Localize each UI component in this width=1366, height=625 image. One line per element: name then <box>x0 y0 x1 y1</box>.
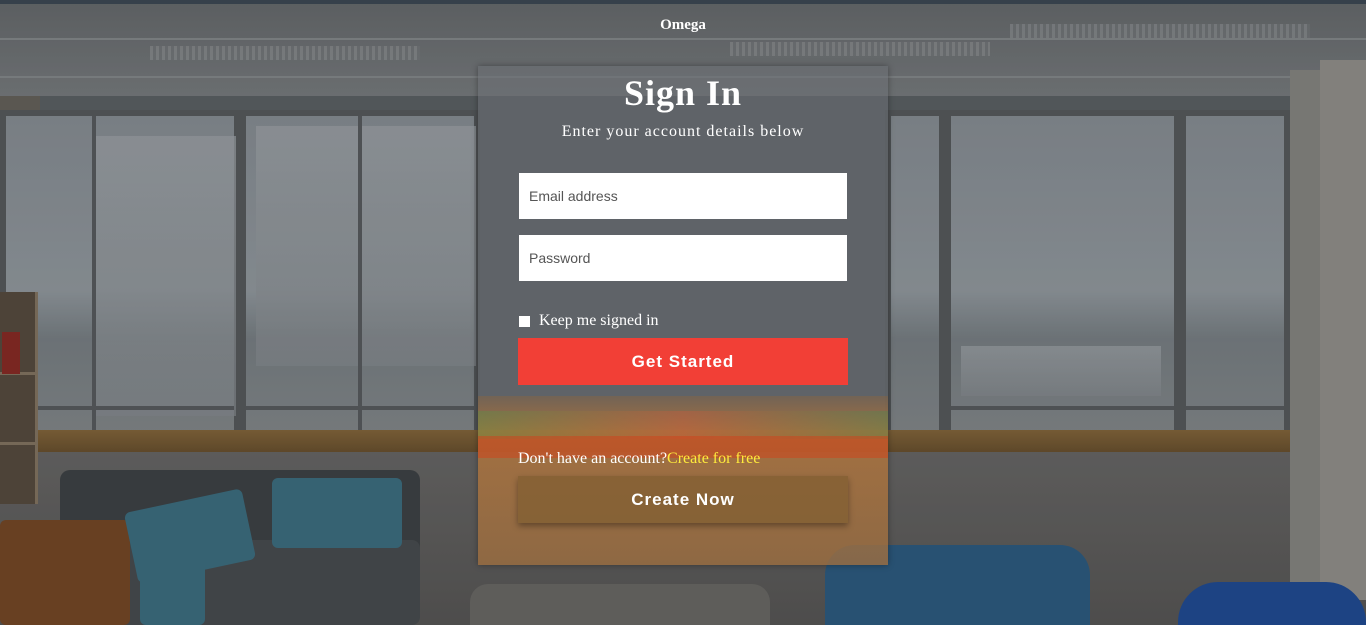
keep-signed-in-label: Keep me signed in <box>539 312 659 329</box>
create-for-free-link[interactable]: Create for free <box>667 450 760 467</box>
password-field[interactable] <box>519 235 847 281</box>
sign-in-card: Sign In Enter your account details below… <box>478 66 888 565</box>
get-started-button[interactable]: Get Started <box>518 338 848 385</box>
signup-prompt: Don't have an account?Create for free <box>518 450 760 468</box>
email-field[interactable] <box>519 173 847 219</box>
brand-name: Omega <box>660 17 706 33</box>
create-now-button[interactable]: Create Now <box>518 476 848 523</box>
page-subtitle: Enter your account details below <box>561 123 805 140</box>
signup-prompt-text: Don't have an account? <box>518 450 668 467</box>
checkbox-icon[interactable] <box>519 315 530 327</box>
page-title: Sign In <box>623 73 743 113</box>
keep-signed-in[interactable]: Keep me signed in <box>519 312 659 330</box>
